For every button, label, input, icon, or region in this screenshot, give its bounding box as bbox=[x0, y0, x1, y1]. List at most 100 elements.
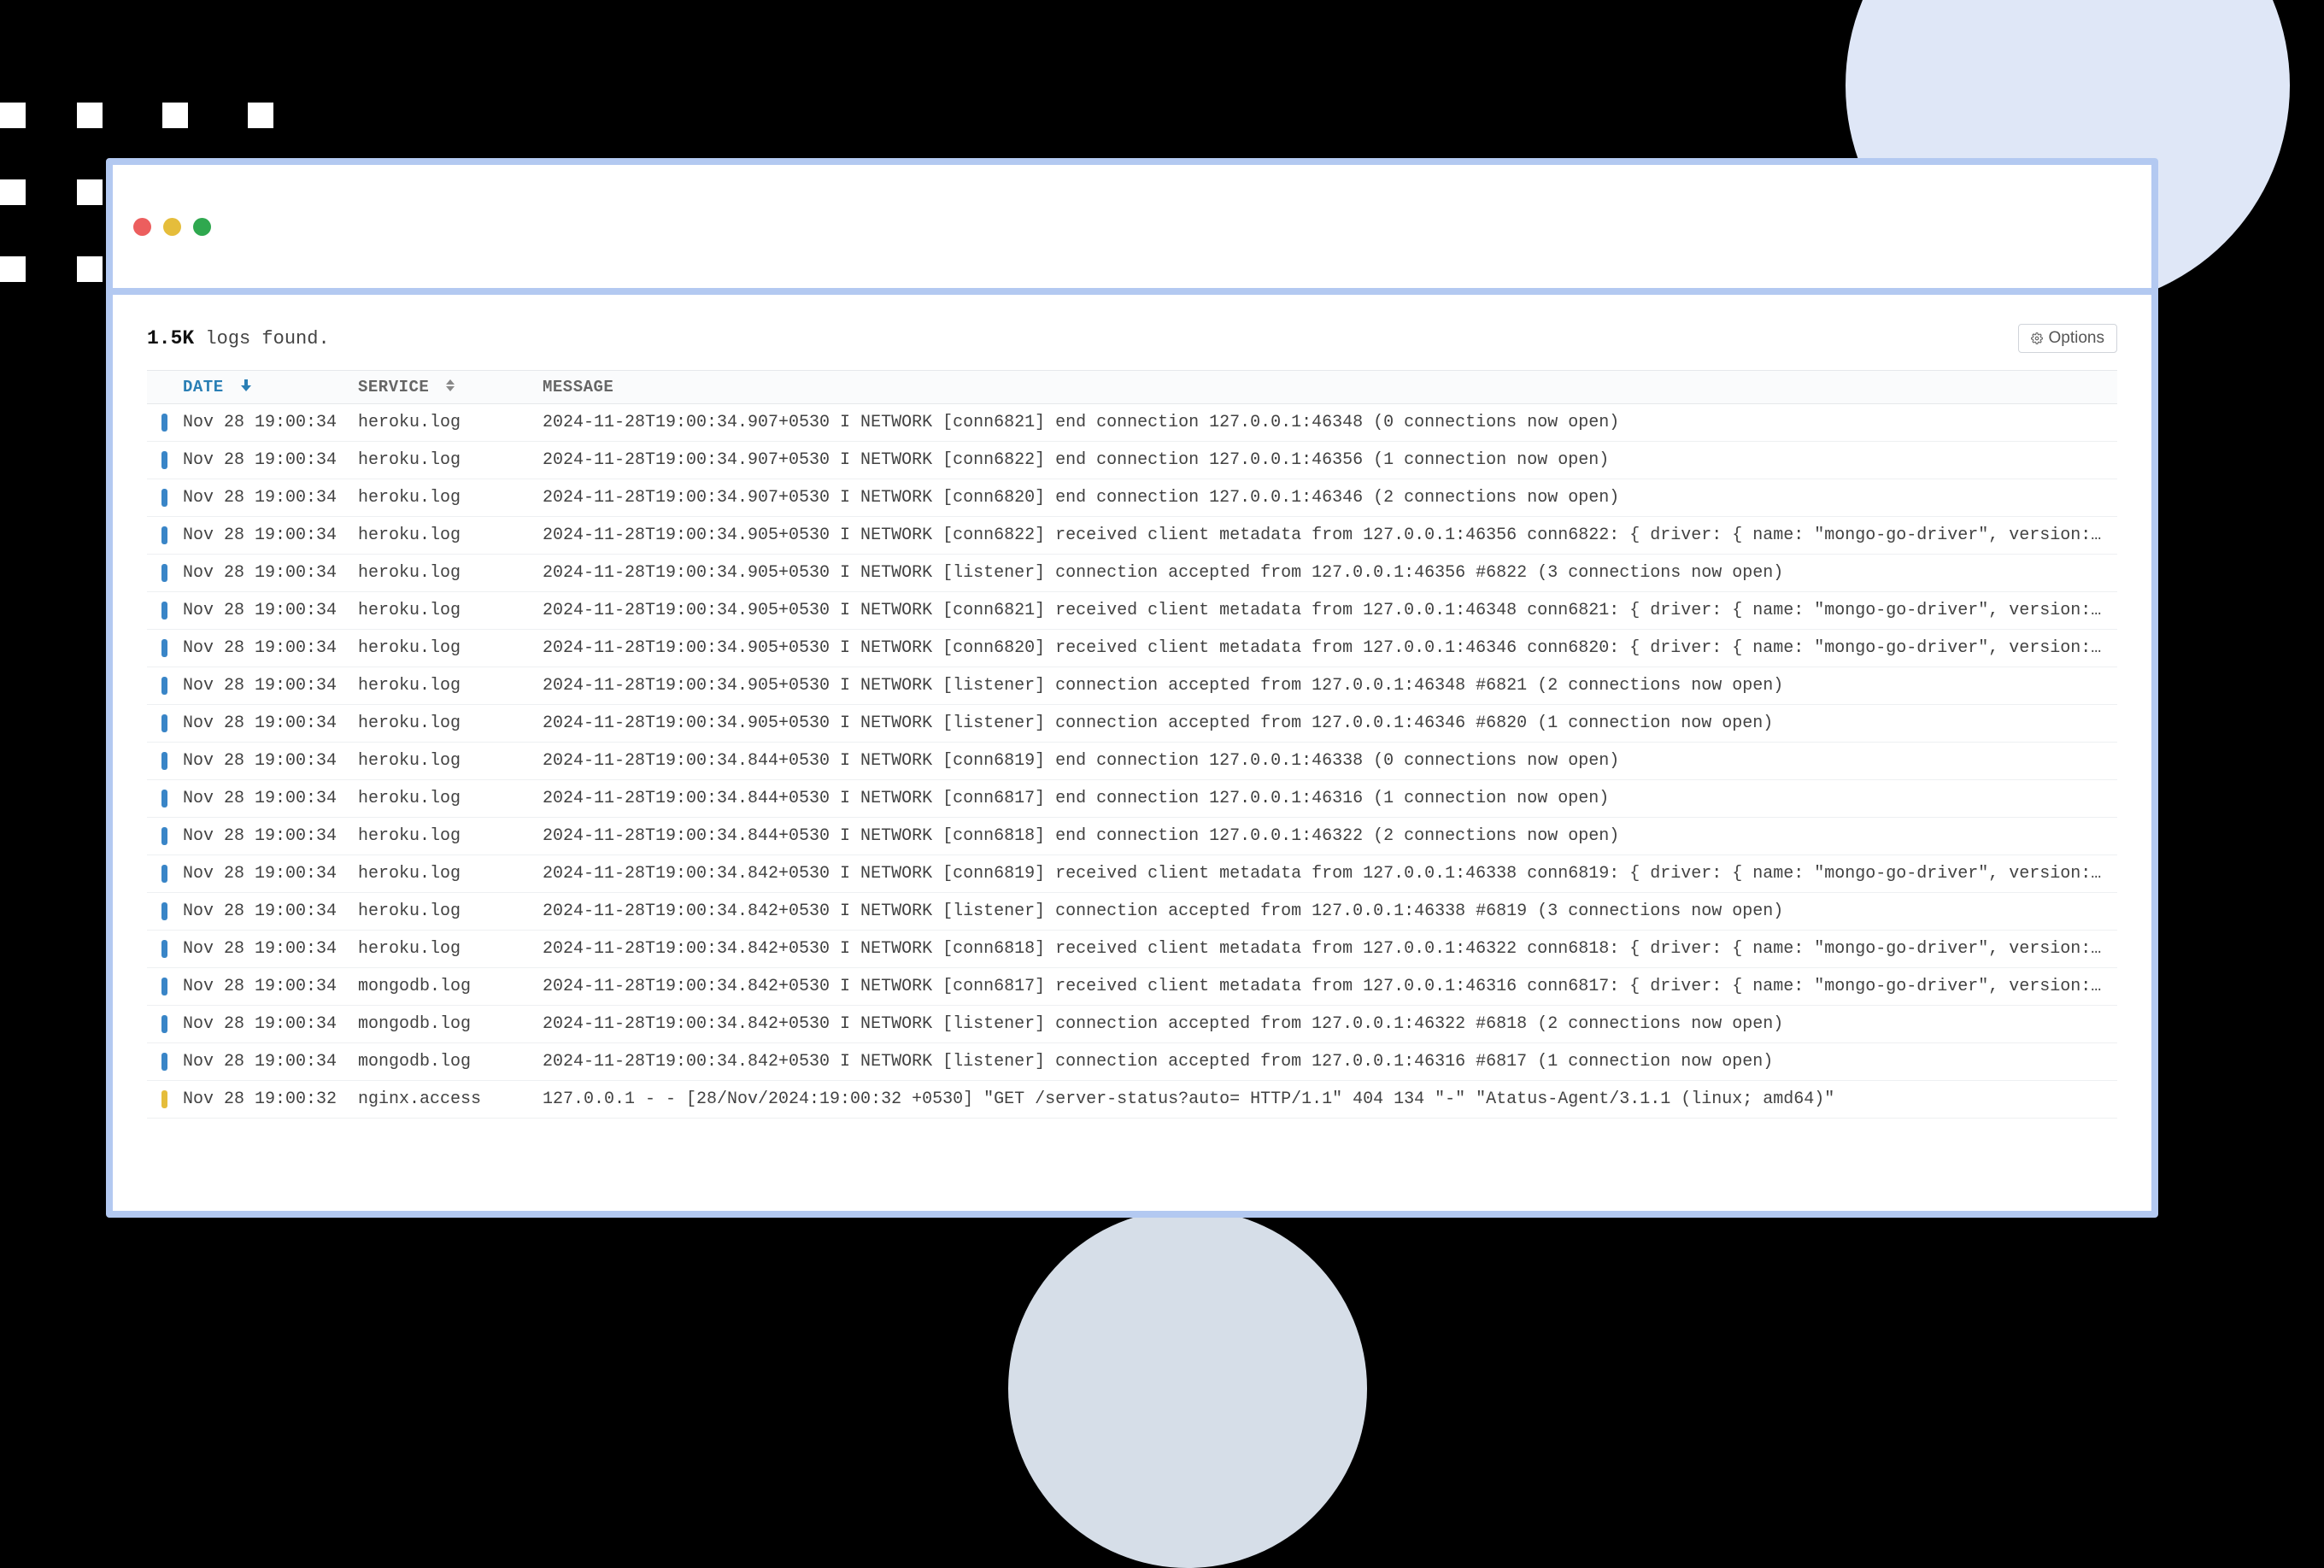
row-message: 2024-11-28T19:00:34.905+0530 I NETWORK [… bbox=[534, 592, 2117, 630]
close-icon[interactable] bbox=[133, 218, 151, 236]
row-message: 2024-11-28T19:00:34.907+0530 I NETWORK [… bbox=[534, 442, 2117, 479]
table-row[interactable]: Nov 28 19:00:34heroku.log2024-11-28T19:0… bbox=[147, 667, 2117, 705]
row-indicator-cell bbox=[147, 479, 174, 517]
row-indicator-cell bbox=[147, 555, 174, 592]
row-service: heroku.log bbox=[349, 630, 534, 667]
table-row[interactable]: Nov 28 19:00:34heroku.log2024-11-28T19:0… bbox=[147, 630, 2117, 667]
table-row[interactable]: Nov 28 19:00:32nginx.access127.0.0.1 - -… bbox=[147, 1081, 2117, 1119]
table-row[interactable]: Nov 28 19:00:34heroku.log2024-11-28T19:0… bbox=[147, 705, 2117, 743]
gear-icon bbox=[2031, 332, 2043, 344]
row-date: Nov 28 19:00:34 bbox=[174, 743, 349, 780]
row-date: Nov 28 19:00:34 bbox=[174, 442, 349, 479]
column-indicator bbox=[147, 371, 174, 404]
row-service: heroku.log bbox=[349, 780, 534, 818]
row-service: heroku.log bbox=[349, 555, 534, 592]
row-message: 2024-11-28T19:00:34.905+0530 I NETWORK [… bbox=[534, 705, 2117, 743]
row-date: Nov 28 19:00:34 bbox=[174, 968, 349, 1006]
row-indicator-cell bbox=[147, 630, 174, 667]
row-indicator-cell bbox=[147, 931, 174, 968]
table-row[interactable]: Nov 28 19:00:34heroku.log2024-11-28T19:0… bbox=[147, 592, 2117, 630]
table-row[interactable]: Nov 28 19:00:34mongodb.log2024-11-28T19:… bbox=[147, 1006, 2117, 1043]
table-row[interactable]: Nov 28 19:00:34heroku.log2024-11-28T19:0… bbox=[147, 818, 2117, 855]
severity-indicator bbox=[161, 489, 167, 507]
table-row[interactable]: Nov 28 19:00:34heroku.log2024-11-28T19:0… bbox=[147, 517, 2117, 555]
row-service: nginx.access bbox=[349, 1081, 534, 1119]
row-service: heroku.log bbox=[349, 404, 534, 442]
table-row[interactable]: Nov 28 19:00:34heroku.log2024-11-28T19:0… bbox=[147, 855, 2117, 893]
table-row[interactable]: Nov 28 19:00:34heroku.log2024-11-28T19:0… bbox=[147, 893, 2117, 931]
row-message: 2024-11-28T19:00:34.844+0530 I NETWORK [… bbox=[534, 743, 2117, 780]
row-service: heroku.log bbox=[349, 592, 534, 630]
sort-icon bbox=[446, 378, 455, 396]
window-titlebar bbox=[113, 165, 2151, 295]
row-date: Nov 28 19:00:34 bbox=[174, 855, 349, 893]
row-service: mongodb.log bbox=[349, 968, 534, 1006]
log-table: DATE SERVICE MESSAGE bbox=[147, 370, 2117, 1119]
row-date: Nov 28 19:00:34 bbox=[174, 479, 349, 517]
column-service[interactable]: SERVICE bbox=[349, 371, 534, 404]
severity-indicator bbox=[161, 978, 167, 995]
table-row[interactable]: Nov 28 19:00:34mongodb.log2024-11-28T19:… bbox=[147, 1043, 2117, 1081]
column-service-label: SERVICE bbox=[358, 378, 429, 396]
row-service: heroku.log bbox=[349, 517, 534, 555]
severity-indicator bbox=[161, 865, 167, 883]
table-row[interactable]: Nov 28 19:00:34heroku.log2024-11-28T19:0… bbox=[147, 743, 2117, 780]
maximize-icon[interactable] bbox=[193, 218, 211, 236]
row-date: Nov 28 19:00:34 bbox=[174, 1006, 349, 1043]
log-viewer-window: 1.5K logs found. Options DATE bbox=[106, 158, 2158, 1218]
row-date: Nov 28 19:00:32 bbox=[174, 1081, 349, 1119]
severity-indicator bbox=[161, 902, 167, 920]
traffic-lights bbox=[133, 218, 211, 236]
row-message: 2024-11-28T19:00:34.905+0530 I NETWORK [… bbox=[534, 555, 2117, 592]
severity-indicator bbox=[161, 827, 167, 845]
table-row[interactable]: Nov 28 19:00:34heroku.log2024-11-28T19:0… bbox=[147, 931, 2117, 968]
row-service: heroku.log bbox=[349, 931, 534, 968]
table-row[interactable]: Nov 28 19:00:34heroku.log2024-11-28T19:0… bbox=[147, 780, 2117, 818]
row-message: 2024-11-28T19:00:34.844+0530 I NETWORK [… bbox=[534, 780, 2117, 818]
row-date: Nov 28 19:00:34 bbox=[174, 931, 349, 968]
row-message: 2024-11-28T19:00:34.905+0530 I NETWORK [… bbox=[534, 667, 2117, 705]
row-date: Nov 28 19:00:34 bbox=[174, 630, 349, 667]
row-indicator-cell bbox=[147, 818, 174, 855]
row-indicator-cell bbox=[147, 1081, 174, 1119]
severity-indicator bbox=[161, 526, 167, 544]
window-content: 1.5K logs found. Options DATE bbox=[113, 295, 2151, 1211]
row-message: 2024-11-28T19:00:34.907+0530 I NETWORK [… bbox=[534, 404, 2117, 442]
sort-desc-icon bbox=[241, 378, 251, 396]
logs-count: 1.5K bbox=[147, 327, 194, 349]
table-row[interactable]: Nov 28 19:00:34mongodb.log2024-11-28T19:… bbox=[147, 968, 2117, 1006]
row-indicator-cell bbox=[147, 1043, 174, 1081]
row-message: 2024-11-28T19:00:34.905+0530 I NETWORK [… bbox=[534, 517, 2117, 555]
column-date[interactable]: DATE bbox=[174, 371, 349, 404]
row-indicator-cell bbox=[147, 404, 174, 442]
row-service: heroku.log bbox=[349, 743, 534, 780]
row-service: heroku.log bbox=[349, 818, 534, 855]
severity-indicator bbox=[161, 790, 167, 807]
table-row[interactable]: Nov 28 19:00:34heroku.log2024-11-28T19:0… bbox=[147, 479, 2117, 517]
table-row[interactable]: Nov 28 19:00:34heroku.log2024-11-28T19:0… bbox=[147, 442, 2117, 479]
table-row[interactable]: Nov 28 19:00:34heroku.log2024-11-28T19:0… bbox=[147, 555, 2117, 592]
row-service: heroku.log bbox=[349, 442, 534, 479]
severity-indicator bbox=[161, 1090, 167, 1108]
severity-indicator bbox=[161, 602, 167, 620]
minimize-icon[interactable] bbox=[163, 218, 181, 236]
column-message-label: MESSAGE bbox=[543, 378, 613, 396]
row-date: Nov 28 19:00:34 bbox=[174, 667, 349, 705]
row-date: Nov 28 19:00:34 bbox=[174, 555, 349, 592]
table-header-row: DATE SERVICE MESSAGE bbox=[147, 371, 2117, 404]
row-date: Nov 28 19:00:34 bbox=[174, 1043, 349, 1081]
severity-indicator bbox=[161, 1015, 167, 1033]
row-indicator-cell bbox=[147, 968, 174, 1006]
row-indicator-cell bbox=[147, 667, 174, 705]
severity-indicator bbox=[161, 564, 167, 582]
logs-summary: 1.5K logs found. bbox=[147, 327, 330, 349]
row-message: 2024-11-28T19:00:34.905+0530 I NETWORK [… bbox=[534, 630, 2117, 667]
row-indicator-cell bbox=[147, 442, 174, 479]
row-date: Nov 28 19:00:34 bbox=[174, 705, 349, 743]
row-message: 127.0.0.1 - - [28/Nov/2024:19:00:32 +053… bbox=[534, 1081, 2117, 1119]
row-service: heroku.log bbox=[349, 855, 534, 893]
row-indicator-cell bbox=[147, 592, 174, 630]
row-message: 2024-11-28T19:00:34.842+0530 I NETWORK [… bbox=[534, 1006, 2117, 1043]
options-button[interactable]: Options bbox=[2018, 324, 2117, 353]
table-row[interactable]: Nov 28 19:00:34heroku.log2024-11-28T19:0… bbox=[147, 404, 2117, 442]
